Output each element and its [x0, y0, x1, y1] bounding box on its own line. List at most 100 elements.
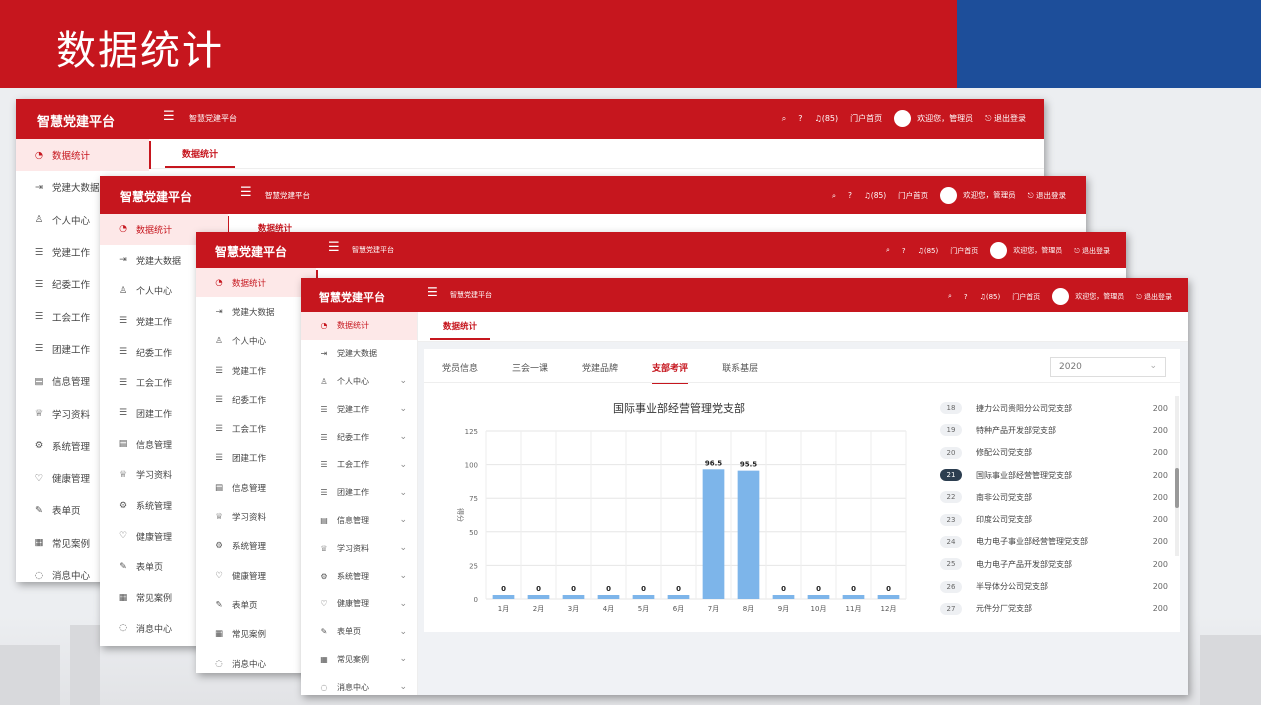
- branch-score: 200: [1152, 448, 1168, 458]
- menu-collapse-icon[interactable]: ☰: [240, 185, 252, 200]
- sidebar-item[interactable]: ◔ 数据统计: [301, 312, 417, 340]
- sub-tab[interactable]: 联系基层: [722, 361, 758, 384]
- sidebar-item[interactable]: ☰ 工会工作: [196, 414, 316, 443]
- heart-icon: ♡: [34, 472, 44, 484]
- sidebar-item[interactable]: ◔ 数据统计: [196, 268, 316, 298]
- sidebar-item[interactable]: ☰ 团建工作 ⌄: [301, 479, 417, 507]
- sidebar-item[interactable]: ◌ 消息中心: [196, 649, 316, 673]
- ranking-row[interactable]: 25 电力电子产品开发部党支部 200: [938, 553, 1178, 575]
- sidebar-item[interactable]: ◌ 消息中心 ⌄: [301, 673, 417, 695]
- ranking-row[interactable]: 20 修配公司党支部 200: [938, 442, 1178, 464]
- list-icon: ☰: [320, 404, 328, 414]
- menu-collapse-icon[interactable]: ☰: [328, 240, 340, 255]
- ranking-row[interactable]: 19 特种产品开发部党支部 200: [938, 419, 1178, 441]
- logout-link[interactable]: ⎋ 退出登录: [1136, 292, 1172, 302]
- bar: [772, 595, 795, 599]
- help-icon[interactable]: ?: [964, 293, 968, 301]
- rank-number: 21: [940, 469, 962, 482]
- user-icon: ♙: [215, 336, 223, 347]
- search-icon[interactable]: ⌕: [886, 246, 890, 255]
- sidebar-item-label: 党建大数据: [337, 349, 377, 359]
- user-menu[interactable]: 欢迎您，管理员: [990, 242, 1062, 259]
- sidebar-item[interactable]: ☰ 纪委工作 ⌄: [301, 423, 417, 451]
- sidebar-item[interactable]: ⚙ 系统管理: [196, 532, 316, 561]
- bell-icon[interactable]: ♫(85): [918, 247, 939, 255]
- bell-icon[interactable]: ♫(85): [815, 114, 839, 123]
- logout-link[interactable]: ⎋ 退出登录: [1028, 190, 1066, 201]
- portal-link[interactable]: 门户首页: [850, 113, 882, 124]
- ranking-row[interactable]: 18 捷力公司贵阳分公司党支部 200: [938, 397, 1178, 419]
- ranking-row[interactable]: 21 国际事业部经营管理党支部 200: [938, 464, 1178, 486]
- sidebar-item[interactable]: ▦ 常见案例: [196, 620, 316, 649]
- y-tick-label: 100: [465, 462, 478, 470]
- banner-blue-block: [957, 0, 1261, 88]
- tab-data-stats[interactable]: 数据统计: [430, 320, 490, 340]
- sidebar-item[interactable]: ♙ 个人中心 ⌄: [301, 368, 417, 396]
- sidebar-item[interactable]: ☰ 党建工作: [196, 356, 316, 385]
- sidebar-item[interactable]: ▤ 信息管理 ⌄: [301, 507, 417, 535]
- logout-label: 退出登录: [994, 114, 1026, 123]
- sidebar-item[interactable]: ▤ 信息管理: [196, 473, 316, 502]
- sidebar-item[interactable]: ♕ 学习资料: [196, 502, 316, 531]
- year-select[interactable]: 2020 ⌄: [1050, 357, 1166, 377]
- sidebar-item[interactable]: ☰ 纪委工作: [196, 385, 316, 414]
- portal-link[interactable]: 门户首页: [950, 246, 978, 256]
- ranking-row[interactable]: 27 元件分厂党支部 200: [938, 598, 1178, 620]
- login-arrow-icon: ⇥: [119, 255, 127, 266]
- bell-icon[interactable]: ♫(85): [864, 191, 886, 200]
- sub-tab[interactable]: 支部考评: [652, 361, 689, 384]
- sidebar-item[interactable]: ☰ 党建工作 ⌄: [301, 395, 417, 423]
- bar: [807, 595, 830, 599]
- logout-link[interactable]: ⎋ 退出登录: [1074, 246, 1110, 256]
- portal-link[interactable]: 门户首页: [1012, 292, 1040, 302]
- rank-number: 26: [940, 580, 962, 593]
- sidebar-item[interactable]: ⚙ 系统管理 ⌄: [301, 562, 417, 590]
- tab-data-stats[interactable]: 数据统计: [165, 147, 235, 168]
- ranking-row[interactable]: 22 南非公司党支部 200: [938, 486, 1178, 508]
- chart-title: 国际事业部经营管理党支部: [613, 402, 745, 415]
- sub-tab[interactable]: 三会一课: [512, 361, 548, 384]
- ranking-scrollbar-thumb[interactable]: [1175, 468, 1179, 508]
- sidebar-item[interactable]: ☰ 团建工作: [196, 444, 316, 473]
- search-icon[interactable]: ⌕: [832, 191, 836, 201]
- help-icon[interactable]: ?: [902, 247, 906, 255]
- sidebar-item[interactable]: ✎ 表单页 ⌄: [301, 618, 417, 646]
- sidebar: ◔ 数据统计 ⇥ 党建大数据 ♙ 个人中心 ⌄ ☰ 党建工作 ⌄ ☰ 纪委工作 ⌄ ☰ 工会工作 ⌄ ☰ 团建工作…: [301, 312, 418, 695]
- list-icon: ☰: [34, 246, 44, 258]
- sidebar-item[interactable]: ♕ 学习资料 ⌄: [301, 534, 417, 562]
- menu-collapse-icon[interactable]: ☰: [427, 285, 438, 299]
- data-label: 0: [606, 585, 611, 593]
- chat-icon: ◌: [320, 682, 328, 692]
- sidebar-item[interactable]: ♡ 健康管理 ⌄: [301, 590, 417, 618]
- user-icon: ♙: [320, 376, 328, 386]
- sidebar-item[interactable]: ⇥ 党建大数据: [196, 297, 316, 326]
- bell-icon[interactable]: ♫(85): [980, 293, 1001, 301]
- ranking-row[interactable]: 26 半导体分公司党支部 200: [938, 575, 1178, 597]
- search-icon[interactable]: ⌕: [948, 292, 952, 301]
- data-label: 0: [536, 585, 541, 593]
- ranking-row[interactable]: 23 印度公司党支部 200: [938, 508, 1178, 530]
- sub-tab[interactable]: 党员信息: [442, 361, 478, 384]
- sidebar-item[interactable]: ◔ 数据统计: [16, 139, 149, 172]
- sidebar-item[interactable]: ♡ 健康管理: [196, 561, 316, 590]
- sidebar-item[interactable]: ⇥ 党建大数据: [301, 340, 417, 368]
- help-icon[interactable]: ?: [798, 114, 802, 123]
- chevron-down-icon: ⌄: [399, 543, 407, 554]
- app-header: 智慧党建平台 ☰ 智慧党建平台 ⌕ ? ♫(85) 门户首页 欢迎您，管理员 ⎋…: [100, 176, 1086, 214]
- logout-link[interactable]: ⎋ 退出登录: [985, 113, 1026, 124]
- app-logo: 智慧党建平台: [215, 245, 288, 259]
- sidebar-item[interactable]: ✎ 表单页: [196, 590, 316, 619]
- portal-link[interactable]: 门户首页: [898, 190, 928, 201]
- chevron-down-icon: ⌄: [399, 376, 407, 387]
- menu-collapse-icon[interactable]: ☰: [163, 109, 175, 124]
- sidebar-item[interactable]: ▦ 常见案例 ⌄: [301, 646, 417, 674]
- ranking-row[interactable]: 24 电力电子事业部经营管理党支部 200: [938, 531, 1178, 553]
- user-menu[interactable]: 欢迎您，管理员: [940, 187, 1016, 204]
- sub-tab[interactable]: 党建品牌: [582, 361, 618, 384]
- search-icon[interactable]: ⌕: [782, 114, 786, 124]
- sidebar-item[interactable]: ♙ 个人中心: [196, 327, 316, 356]
- user-menu[interactable]: 欢迎您，管理员: [1052, 288, 1124, 305]
- sidebar-item[interactable]: ☰ 工会工作 ⌄: [301, 451, 417, 479]
- user-menu[interactable]: 欢迎您，管理员: [894, 110, 973, 127]
- help-icon[interactable]: ?: [848, 191, 852, 200]
